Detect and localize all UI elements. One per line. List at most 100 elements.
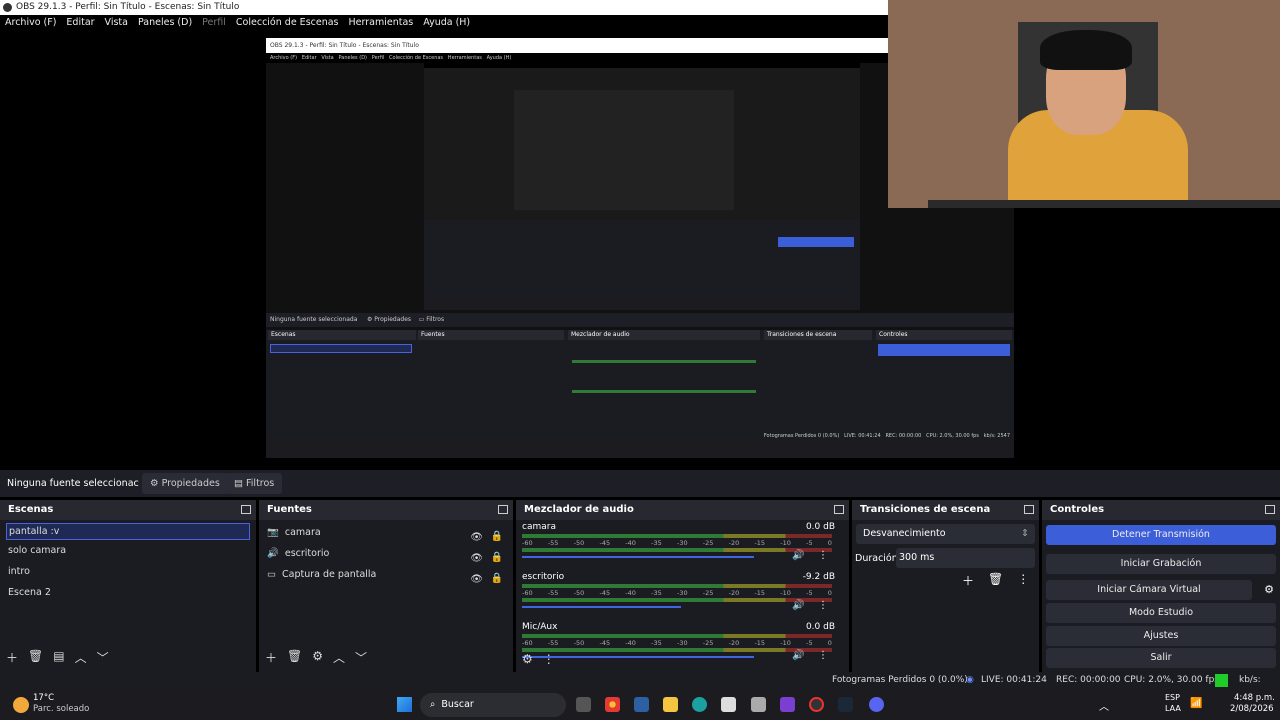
start-icon[interactable] bbox=[397, 697, 412, 712]
settings-button[interactable]: Ajustes bbox=[1046, 626, 1276, 646]
scale-tick: -20 bbox=[728, 539, 740, 547]
source-item[interactable]: ▭ Captura de pantalla 👁 🔒 bbox=[259, 564, 513, 585]
more-icon[interactable]: ⋮ bbox=[818, 600, 828, 611]
virtual-camera-button[interactable]: Iniciar Cámara Virtual bbox=[1046, 580, 1252, 600]
chevron-down-icon[interactable]: ﹀ bbox=[97, 649, 109, 666]
window-title: OBS 29.1.3 - Perfil: Sin Título - Escena… bbox=[16, 2, 240, 12]
transition-select[interactable]: Desvanecimiento ⇕ bbox=[856, 524, 1035, 544]
start-recording-button[interactable]: Iniciar Grabación bbox=[1046, 554, 1276, 574]
source-item[interactable]: 📷 camara 👁 🔒 bbox=[259, 522, 513, 543]
undock-icon[interactable] bbox=[498, 505, 508, 514]
menu-item[interactable]: Archivo (F) bbox=[5, 15, 56, 31]
preview-nested-docks: Escenas Fuentes Mezclador de audio Trans… bbox=[266, 330, 1014, 432]
menu-item[interactable]: Colección de Escenas bbox=[236, 15, 339, 31]
speaker-icon[interactable]: 🔊 bbox=[792, 650, 804, 661]
scale-tick: -20 bbox=[728, 589, 740, 597]
studio-mode-button[interactable]: Modo Estudio bbox=[1046, 603, 1276, 623]
scale-tick: -50 bbox=[573, 589, 585, 597]
preview-nested-scene-sel bbox=[270, 344, 412, 353]
clock-date[interactable]: 2/08/2026 bbox=[1230, 704, 1274, 714]
channel-db: -9.2 dB bbox=[802, 572, 835, 582]
edge-icon[interactable] bbox=[692, 697, 707, 712]
app-icon[interactable] bbox=[751, 697, 766, 712]
taskbar-search[interactable]: ⌕ Buscar bbox=[420, 693, 566, 717]
more-icon[interactable]: ⋮ bbox=[1017, 572, 1029, 589]
add-icon[interactable]: ＋ bbox=[962, 572, 974, 589]
filter-icon[interactable]: ▤ bbox=[53, 649, 64, 666]
add-icon[interactable]: ＋ bbox=[265, 649, 277, 666]
clock-time[interactable]: 4:48 p.m. bbox=[1234, 693, 1275, 703]
add-icon[interactable]: ＋ bbox=[6, 649, 18, 666]
volume-slider[interactable] bbox=[522, 556, 755, 558]
chrome-icon[interactable] bbox=[605, 697, 620, 712]
mixer-header: Mezclador de audio bbox=[516, 500, 849, 520]
discord-icon[interactable] bbox=[869, 697, 884, 712]
preview-nested-mixer-title: Mezclador de audio bbox=[568, 330, 760, 340]
store-icon[interactable] bbox=[721, 697, 736, 712]
mixer-channels: camara 0.0 dB -60 -55 -50 -45 -40 -35 -30 -25 -20-… bbox=[516, 520, 849, 670]
scale-tick: -60 bbox=[522, 589, 533, 597]
trash-icon[interactable]: 🗑 bbox=[28, 649, 43, 666]
scene-item[interactable]: intro bbox=[0, 561, 256, 582]
undock-icon[interactable] bbox=[1024, 505, 1034, 514]
gear-icon[interactable]: ⚙ bbox=[1264, 583, 1274, 596]
folder-icon[interactable] bbox=[663, 697, 678, 712]
duration-spinbox[interactable]: 300 ms bbox=[896, 548, 1035, 568]
volume-slider[interactable] bbox=[522, 656, 755, 658]
exit-button[interactable]: Salir bbox=[1046, 648, 1276, 668]
more-icon[interactable]: ⋮ bbox=[543, 652, 555, 666]
scene-item[interactable]: solo camara bbox=[0, 540, 256, 561]
channel-name: escritorio bbox=[522, 572, 565, 582]
sources-dock: Fuentes 📷 camara 👁 🔒 🔊 escritorio 👁 🔒 ▭ Captura d… bbox=[259, 500, 513, 672]
more-icon[interactable]: ⋮ bbox=[818, 650, 828, 661]
scene-item[interactable]: Escena 2 bbox=[0, 582, 256, 603]
trash-icon[interactable]: 🗑 bbox=[287, 649, 302, 666]
scale-tick: -25 bbox=[702, 639, 714, 647]
undock-icon[interactable] bbox=[241, 505, 251, 514]
menu-item[interactable]: Herramientas bbox=[349, 15, 414, 31]
speaker-icon[interactable]: 🔊 bbox=[792, 550, 804, 561]
menu-item[interactable]: Ayuda (H) bbox=[423, 15, 470, 31]
source-item[interactable]: 🔊 escritorio 👁 🔒 bbox=[259, 543, 513, 564]
mixer-channel: camara 0.0 dB -60 -55 -50 -45 -40 -35 -30 -25 -20-… bbox=[516, 520, 849, 570]
scale-tick: -45 bbox=[599, 639, 611, 647]
obs-icon[interactable] bbox=[809, 697, 824, 712]
scale-tick: -35 bbox=[651, 639, 662, 647]
speaker-icon[interactable]: 🔊 bbox=[792, 600, 804, 611]
chevron-up-icon[interactable]: ︿ bbox=[333, 649, 345, 666]
volume-slider[interactable] bbox=[522, 606, 682, 608]
trash-icon[interactable]: 🗑 bbox=[988, 572, 1003, 589]
menu-item[interactable]: Paneles (D) bbox=[138, 15, 192, 31]
menu-item[interactable]: Perfil bbox=[202, 15, 226, 31]
filters-button[interactable]: ▤ Filtros bbox=[226, 473, 283, 494]
dropped-frames: Fotogramas Perdidos 0 (0.0%) bbox=[832, 675, 968, 685]
chevron-up-icon[interactable]: ︿ bbox=[75, 649, 87, 666]
wifi-icon[interactable]: 📶 bbox=[1190, 698, 1202, 709]
task-view-icon[interactable] bbox=[576, 697, 591, 712]
app2-icon[interactable] bbox=[780, 697, 795, 712]
undock-icon[interactable] bbox=[1265, 505, 1275, 514]
status-indicator bbox=[1215, 674, 1228, 687]
stop-stream-button[interactable]: Detener Transmisión bbox=[1046, 525, 1276, 545]
more-icon[interactable]: ⋮ bbox=[818, 550, 828, 561]
scale-tick: -55 bbox=[547, 589, 559, 597]
sources-toolbar: ＋ 🗑 ⚙ ︿ ﹀ bbox=[265, 649, 367, 666]
gear-icon[interactable]: ⚙ bbox=[312, 649, 323, 666]
transitions-title: Transiciones de escena bbox=[860, 504, 991, 515]
eye-icon[interactable]: 👁 bbox=[470, 569, 483, 590]
chevron-down-icon[interactable]: ﹀ bbox=[355, 649, 367, 666]
mixer-channel: Mic/Aux 0.0 dB -60 -55 -50 -45 -40 -35 -30 -25 -20… bbox=[516, 620, 849, 670]
scale-tick: -25 bbox=[702, 589, 714, 597]
scene-item[interactable]: pantalla :v bbox=[6, 523, 250, 540]
lock-icon[interactable]: 🔒 bbox=[491, 568, 503, 589]
menu-item[interactable]: Vista bbox=[105, 15, 128, 31]
photos-icon[interactable] bbox=[634, 697, 649, 712]
tray-chevron-icon[interactable]: ︿ bbox=[1099, 698, 1109, 713]
live-timer: LIVE: 00:41:24 bbox=[981, 675, 1047, 685]
monitor-icon: ▭ bbox=[267, 569, 276, 580]
steam-icon[interactable] bbox=[838, 697, 853, 712]
properties-button[interactable]: ⚙ Propiedades bbox=[142, 473, 228, 494]
undock-icon[interactable] bbox=[834, 505, 844, 514]
gear-icon[interactable]: ⚙ bbox=[522, 652, 533, 666]
menu-item[interactable]: Editar bbox=[66, 15, 94, 31]
